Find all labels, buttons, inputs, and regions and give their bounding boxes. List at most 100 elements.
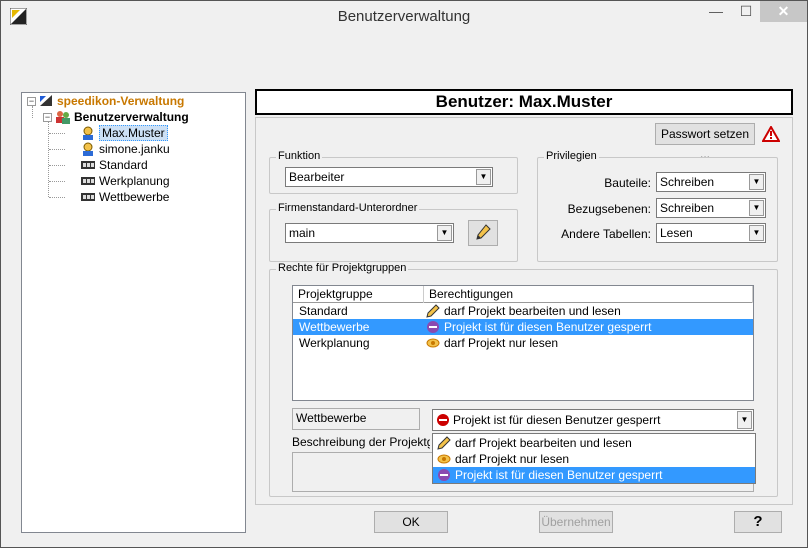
- permission-select[interactable]: Projekt ist für diesen Benutzer gesperrt…: [432, 409, 754, 431]
- chevron-down-icon[interactable]: ▼: [749, 200, 764, 216]
- tree-view[interactable]: − speedikon-Verwaltung − Benutzerverwalt…: [21, 92, 246, 533]
- dropdown-option-label: darf Projekt bearbeiten und lesen: [455, 436, 632, 450]
- edit-folder-button[interactable]: [468, 220, 498, 246]
- blocked-icon: [437, 414, 449, 426]
- row-group: Standard: [299, 304, 348, 318]
- tree-item-wettbewerbe[interactable]: Wettbewerbe: [80, 189, 169, 205]
- tree-item-label: Wettbewerbe: [99, 190, 170, 204]
- table-row[interactable]: Wettbewerbe Projekt ist für diesen Benut…: [293, 319, 753, 335]
- user-icon: [83, 126, 93, 140]
- chevron-down-icon[interactable]: ▼: [437, 225, 452, 241]
- bauteile-label: Bauteile:: [604, 176, 651, 190]
- ok-button[interactable]: OK: [374, 511, 448, 533]
- tree-line: [49, 149, 65, 150]
- description-label: Beschreibung der Projektgrup: [292, 435, 430, 449]
- firmenstandard-select[interactable]: main ▼: [285, 223, 454, 243]
- permission-select-value: Projekt ist für diesen Benutzer gesperrt: [453, 413, 661, 427]
- row-permission: Projekt ist für diesen Benutzer gesperrt: [426, 319, 651, 335]
- tree-item-label: simone.janku: [99, 142, 170, 156]
- film-group-icon: [81, 177, 95, 185]
- window-title: Benutzerverwaltung: [337, 8, 471, 25]
- pencil-icon: [476, 224, 491, 240]
- row-permission-text: darf Projekt nur lesen: [444, 336, 559, 350]
- tree-group[interactable]: Benutzerverwaltung: [55, 109, 189, 125]
- pencil-icon: [426, 304, 440, 318]
- dropdown-option[interactable]: darf Projekt bearbeiten und lesen: [433, 435, 755, 451]
- tree-item-simone-janku[interactable]: simone.janku: [80, 141, 170, 157]
- row-permission-text: Projekt ist für diesen Benutzer gesperrt: [444, 320, 652, 334]
- rechte-label: Rechte für Projektgruppen: [276, 262, 409, 274]
- tree-line: [49, 133, 65, 134]
- title-bar: Benutzerverwaltung — ☐ ✕: [1, 1, 807, 32]
- blocked-icon: [438, 469, 450, 481]
- film-group-icon: [81, 193, 95, 201]
- collapse-root-icon[interactable]: −: [27, 97, 36, 106]
- users-group-icon: [56, 111, 70, 124]
- collapse-group-icon[interactable]: −: [43, 113, 52, 122]
- film-group-icon: [81, 161, 95, 169]
- eye-icon: [426, 338, 440, 348]
- dropdown-option[interactable]: darf Projekt nur lesen: [433, 451, 755, 467]
- maximize-button[interactable]: ☐: [733, 1, 759, 22]
- tree-root[interactable]: speedikon-Verwaltung: [38, 93, 184, 109]
- privilegien-label: Privilegien: [544, 150, 599, 162]
- chevron-down-icon[interactable]: ▼: [749, 174, 764, 190]
- page-title: Benutzer: Max.Muster: [255, 89, 793, 115]
- tree-item-label: Standard: [99, 158, 148, 172]
- chevron-down-icon[interactable]: ▼: [476, 169, 491, 185]
- chevron-down-icon[interactable]: ▼: [749, 225, 764, 241]
- dropdown-option-label: darf Projekt nur lesen: [455, 452, 570, 466]
- andere-tabellen-value: Lesen: [660, 226, 693, 240]
- andere-tabellen-select[interactable]: Lesen ▼: [656, 223, 766, 243]
- tree-line: [49, 181, 65, 182]
- andere-tabellen-label: Andere Tabellen:: [561, 227, 651, 241]
- row-permission: darf Projekt nur lesen: [426, 335, 558, 351]
- chevron-down-icon[interactable]: ▼: [737, 411, 752, 429]
- funktion-value: Bearbeiter: [289, 170, 345, 184]
- bezugsebenen-select[interactable]: Schreiben ▼: [656, 198, 766, 218]
- column-header-berechtigungen[interactable]: Berechtigungen: [424, 286, 753, 303]
- user-icon: [83, 142, 93, 156]
- apply-button[interactable]: Übernehmen: [539, 511, 613, 533]
- tree-root-label: speedikon-Verwaltung: [57, 94, 185, 108]
- eye-icon: [437, 454, 451, 464]
- tree-item-standard[interactable]: Standard: [80, 157, 148, 173]
- row-group: Werkplanung: [299, 336, 370, 350]
- table-row[interactable]: Werkplanung darf Projekt nur lesen: [293, 335, 753, 351]
- firmenstandard-label: Firmenstandard-Unterordner: [276, 202, 420, 214]
- set-password-button[interactable]: Passwort setzen ...: [655, 123, 755, 161]
- dropdown-option-label: Projekt ist für diesen Benutzer gesperrt: [455, 468, 663, 482]
- funktion-select[interactable]: Bearbeiter ▼: [285, 167, 493, 187]
- tree-line: [49, 165, 65, 166]
- row-permission: darf Projekt bearbeiten und lesen: [426, 303, 621, 319]
- selected-group-field: Wettbewerbe: [292, 408, 420, 430]
- dropdown-option[interactable]: Projekt ist für diesen Benutzer gesperrt: [433, 467, 755, 483]
- tree-group-label: Benutzerverwaltung: [74, 110, 189, 124]
- bauteile-select[interactable]: Schreiben ▼: [656, 172, 766, 192]
- bezugsebenen-label: Bezugsebenen:: [567, 202, 651, 216]
- bauteile-value: Schreiben: [660, 175, 715, 189]
- permissions-list[interactable]: Projektgruppe Berechtigungen Standard da…: [292, 285, 754, 401]
- bezugsebenen-value: Schreiben: [660, 201, 715, 215]
- tree-line: [32, 106, 33, 118]
- main-window: Benutzerverwaltung — ☐ ✕ − speedikon-Ver…: [0, 0, 808, 548]
- pencil-icon: [437, 436, 451, 450]
- help-button[interactable]: ?: [734, 511, 782, 533]
- table-row[interactable]: Standard darf Projekt bearbeiten und les…: [293, 303, 753, 319]
- tree-item-label: Max.Muster: [99, 125, 168, 141]
- minimize-button[interactable]: —: [703, 1, 729, 22]
- row-group: Wettbewerbe: [299, 320, 370, 334]
- speedikon-icon: [40, 95, 52, 106]
- list-header: Projektgruppe Berechtigungen: [293, 286, 753, 303]
- blocked-icon: [427, 321, 439, 333]
- tree-line: [49, 197, 65, 198]
- column-header-projektgruppe[interactable]: Projektgruppe: [293, 286, 424, 303]
- row-permission-text: darf Projekt bearbeiten und lesen: [444, 304, 621, 318]
- tree-item-max-muster[interactable]: Max.Muster: [80, 125, 168, 141]
- tree-item-werkplanung[interactable]: Werkplanung: [80, 173, 170, 189]
- close-button[interactable]: ✕: [760, 1, 807, 22]
- tree-item-label: Werkplanung: [99, 174, 170, 188]
- firmenstandard-value: main: [289, 226, 316, 240]
- funktion-label: Funktion: [276, 150, 323, 162]
- permission-dropdown-list[interactable]: darf Projekt bearbeiten und lesen darf P…: [432, 433, 756, 484]
